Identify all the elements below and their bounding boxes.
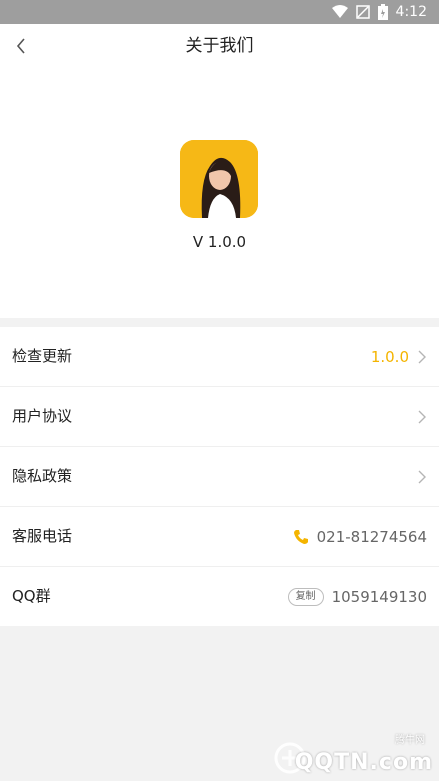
customer-phone-row[interactable]: 客服电话 021-81274564 <box>0 507 439 567</box>
battery-icon <box>377 4 388 20</box>
watermark-small-text: 腾牛网 <box>395 735 425 746</box>
qq-group-label: QQ群 <box>12 587 51 605</box>
app-info: V 1.0.0 <box>0 68 439 318</box>
qq-group-right: 复制 1059149130 <box>287 567 427 626</box>
chevron-right-icon <box>418 410 426 423</box>
status-time: 4:12 <box>395 4 427 20</box>
signal-icon <box>355 5 370 19</box>
privacy-policy-right <box>417 447 427 506</box>
privacy-policy-row[interactable]: 隐私政策 <box>0 447 439 507</box>
page-title: 关于我们 <box>185 36 254 56</box>
phone-icon <box>293 529 308 544</box>
status-bar: 4:12 <box>0 0 439 24</box>
customer-phone-value[interactable]: 021-81274564 <box>317 528 427 546</box>
chevron-right-icon <box>418 350 426 363</box>
app-icon <box>180 140 258 218</box>
top-bar: 关于我们 <box>0 24 439 68</box>
customer-phone-label: 客服电话 <box>12 527 73 545</box>
check-update-row[interactable]: 检查更新 1.0.0 <box>0 327 439 387</box>
settings-list: 检查更新 1.0.0 用户协议 隐私政策 客服电话 021-81274564 Q… <box>0 327 439 626</box>
user-agreement-right <box>417 387 427 446</box>
user-agreement-row[interactable]: 用户协议 <box>0 387 439 447</box>
status-icons: 4:12 <box>331 3 427 21</box>
customer-phone-right: 021-81274564 <box>293 507 427 566</box>
qq-group-value: 1059149130 <box>331 587 427 606</box>
app-version: V 1.0.0 <box>192 233 247 251</box>
watermark: 腾牛网 QQTN.com <box>273 735 433 775</box>
qq-group-row: QQ群 复制 1059149130 <box>0 567 439 626</box>
current-version-value: 1.0.0 <box>370 347 409 366</box>
check-update-right: 1.0.0 <box>371 327 427 386</box>
wifi-icon <box>331 5 348 18</box>
copy-button[interactable]: 复制 <box>287 587 324 606</box>
privacy-policy-label: 隐私政策 <box>12 467 73 485</box>
check-update-label: 检查更新 <box>12 347 73 365</box>
chevron-right-icon <box>418 470 426 483</box>
watermark-text: QQTN.com <box>294 750 433 775</box>
user-agreement-label: 用户协议 <box>12 407 73 425</box>
portrait-icon <box>180 140 258 218</box>
